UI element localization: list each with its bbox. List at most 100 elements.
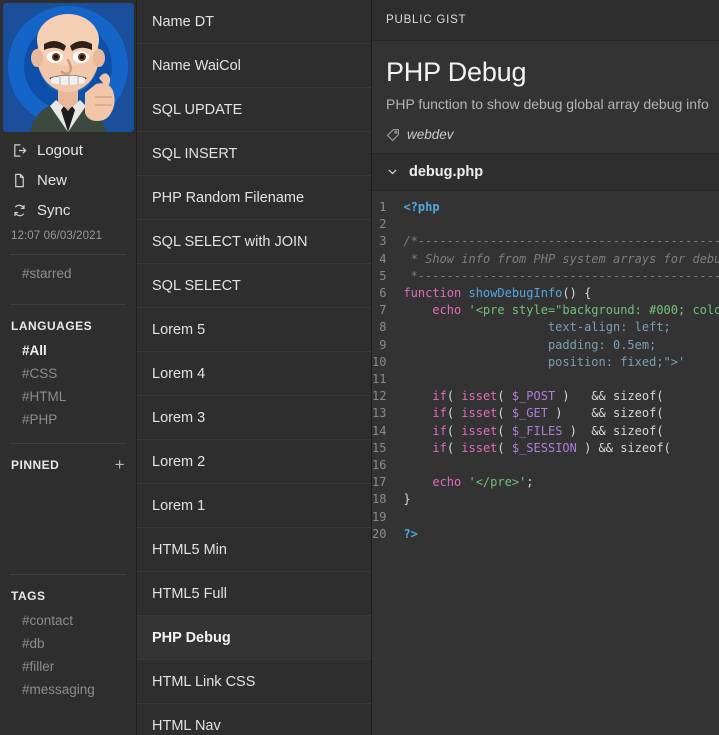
list-item-label: SQL UPDATE xyxy=(152,101,243,118)
code-line: 20 ?> xyxy=(372,526,719,543)
list-item[interactable]: HTML Link CSS xyxy=(137,660,371,704)
list-item[interactable]: Lorem 3 xyxy=(137,396,371,440)
code-token: text-align: left; xyxy=(547,320,671,335)
list-item-label: SQL SELECT with JOIN xyxy=(152,233,308,250)
code-line: 2 xyxy=(372,216,719,233)
sync-timestamp: 12:07 06/03/2021 xyxy=(11,230,103,242)
line-number: 3 xyxy=(379,234,387,249)
list-item[interactable]: PHP Debug xyxy=(137,616,371,660)
avatar[interactable] xyxy=(0,0,136,135)
code-line: 12 if( isset( $_POST ) && sizeof( xyxy=(372,388,719,405)
language-filter-php[interactable]: #PHP xyxy=(0,408,136,431)
sidebar-item-new-label: New xyxy=(37,171,68,189)
logout-icon xyxy=(11,142,28,159)
list-item[interactable]: HTML5 Min xyxy=(137,528,371,572)
code-line: 7 echo '<pre style="background: #000; co… xyxy=(372,302,719,319)
code-line-content: /*--------------------------------------… xyxy=(397,233,719,250)
language-filter-css[interactable]: #CSS xyxy=(0,362,136,385)
code-line-content: if( isset( $_SESSION ) && sizeof( xyxy=(397,440,719,457)
gist-tag-row[interactable]: webdev xyxy=(386,127,705,142)
list-item[interactable]: HTML5 Full xyxy=(137,572,371,616)
code-line: 4 * Show info from PHP system arrays for… xyxy=(372,251,719,268)
code-token: ( xyxy=(446,389,462,404)
line-number: 9 xyxy=(379,337,387,352)
code-line: 5 *-------------------------------------… xyxy=(372,268,719,285)
list-item-label: Lorem 3 xyxy=(152,409,206,426)
list-item-label: SQL INSERT xyxy=(152,145,238,162)
code-empty-area xyxy=(372,566,719,735)
pinned-heading-label: PINNED xyxy=(11,458,60,472)
code-token: if xyxy=(432,423,447,438)
gist-visibility-bar: PUBLIC GIST xyxy=(372,0,719,41)
add-pinned-icon[interactable]: + xyxy=(115,456,125,473)
gist-tag-label[interactable]: webdev xyxy=(407,127,454,142)
list-item[interactable]: Name DT xyxy=(137,0,371,44)
code-line-content: position: fixed;">' xyxy=(397,354,719,371)
code-viewer[interactable]: 1 <?php 2 3 /*-----------------------------… xyxy=(372,191,719,566)
line-number: 17 xyxy=(372,475,387,490)
tag-filter-db[interactable]: #db xyxy=(0,632,136,655)
line-number: 16 xyxy=(372,458,387,473)
code-line: 16 xyxy=(372,457,719,474)
code-token: ( xyxy=(497,389,512,404)
list-item[interactable]: SQL SELECT with JOIN xyxy=(137,220,371,264)
code-token: ( xyxy=(497,406,512,421)
gist-detail-panel: PUBLIC GIST PHP Debug PHP function to sh… xyxy=(372,0,719,735)
code-line: 18} xyxy=(372,491,719,508)
code-token: ) && sizeof( xyxy=(555,389,671,404)
list-item[interactable]: Lorem 4 xyxy=(137,352,371,396)
list-item[interactable]: Lorem 1 xyxy=(137,484,371,528)
list-item[interactable]: SQL INSERT xyxy=(137,132,371,176)
gist-visibility-label: PUBLIC GIST xyxy=(386,14,467,26)
list-item-label: PHP Debug xyxy=(152,629,231,646)
code-line: 1 <?php xyxy=(372,199,719,216)
code-line-content: echo '</pre>'; xyxy=(397,474,719,491)
line-number: 6 xyxy=(379,286,387,301)
code-line-content xyxy=(397,216,719,233)
code-token: ) && sizeof( xyxy=(576,440,679,455)
code-line-content: text-align: left; xyxy=(397,319,719,336)
chevron-down-icon[interactable] xyxy=(386,165,399,180)
tag-filter-filler[interactable]: #filler xyxy=(0,655,136,678)
code-token: } xyxy=(403,492,411,507)
language-filter-all[interactable]: #All xyxy=(0,339,136,362)
sidebar-item-new[interactable]: New xyxy=(0,165,136,195)
line-number: 5 xyxy=(379,268,387,283)
code-line-content: if( isset( $_POST ) && sizeof( xyxy=(397,388,719,405)
tag-filter-messaging[interactable]: #messaging xyxy=(0,678,136,701)
line-number: 13 xyxy=(372,406,387,421)
code-line: 8 text-align: left; xyxy=(372,319,719,336)
code-token: ) && sizeof( xyxy=(562,423,671,438)
list-item[interactable]: Lorem 2 xyxy=(137,440,371,484)
list-item[interactable]: Name WaiCol xyxy=(137,44,371,88)
sidebar-item-logout[interactable]: Logout xyxy=(0,135,136,165)
code-token: echo xyxy=(432,475,469,490)
gist-list[interactable]: Name DT Name WaiCol SQL UPDATE SQL INSERT PH… xyxy=(137,0,372,735)
list-item[interactable]: HTML Nav xyxy=(137,704,371,735)
file-header[interactable]: debug.php xyxy=(372,153,719,191)
sidebar-item-starred[interactable]: #starred xyxy=(0,255,136,292)
code-line-content: ?> xyxy=(397,526,719,543)
tag-filter-contact[interactable]: #contact xyxy=(0,609,136,632)
list-item[interactable]: SQL UPDATE xyxy=(137,88,371,132)
code-line-content xyxy=(397,371,719,388)
list-item[interactable]: Lorem 5 xyxy=(137,308,371,352)
language-filter-html[interactable]: #HTML xyxy=(0,385,136,408)
list-item[interactable]: SQL SELECT xyxy=(137,264,371,308)
list-item[interactable]: PHP Random Filename xyxy=(137,176,371,220)
page-title: PHP Debug xyxy=(386,57,527,87)
line-number: 7 xyxy=(379,303,387,318)
code-token: $_POST xyxy=(511,389,556,404)
sidebar-item-sync[interactable]: Sync xyxy=(0,195,136,225)
code-line-content xyxy=(397,457,719,474)
tags-heading-label: TAGS xyxy=(11,589,46,603)
line-number: 14 xyxy=(372,423,387,438)
list-item-label: SQL SELECT xyxy=(152,277,241,294)
